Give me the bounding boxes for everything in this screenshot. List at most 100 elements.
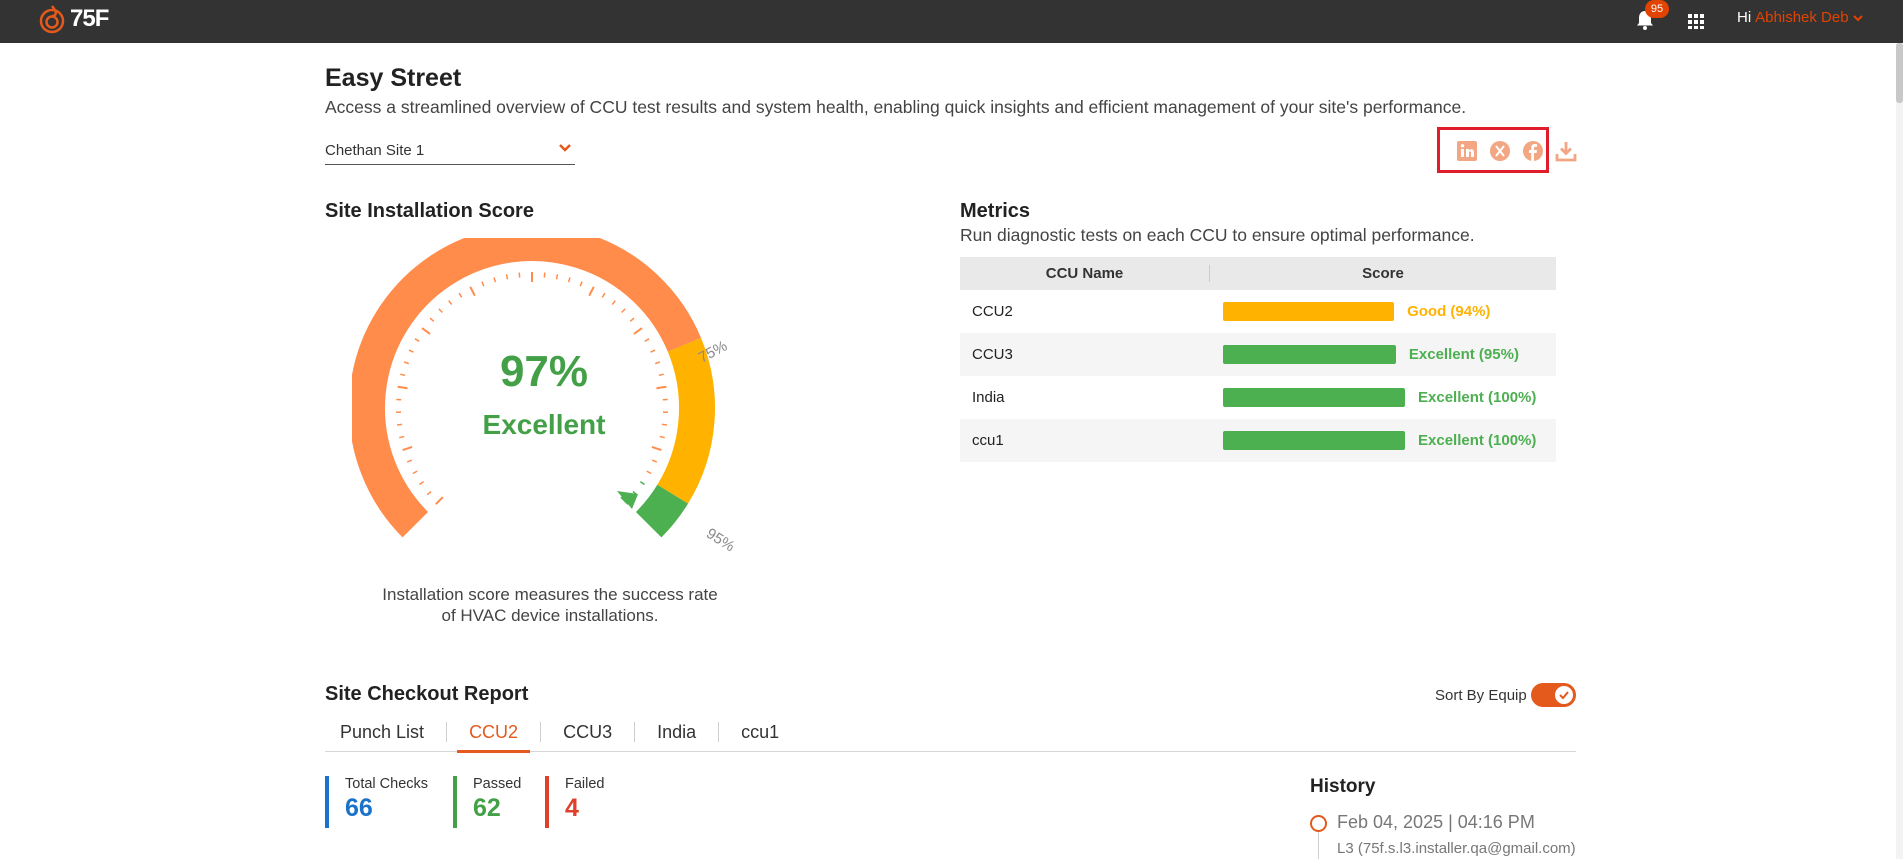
metrics-title: Metrics bbox=[960, 200, 1031, 222]
sort-by-equip-label: Sort By Equip bbox=[1435, 687, 1527, 704]
checkout-report-title: Site Checkout Report bbox=[325, 683, 529, 705]
chevron-down-icon bbox=[559, 144, 571, 152]
score-bar bbox=[1223, 302, 1395, 321]
top-navigation-bar: 75F 95 Hi Abhishek Deb bbox=[0, 0, 1903, 43]
stat-label: Total Checks bbox=[345, 776, 429, 792]
gauge-tick bbox=[399, 435, 405, 439]
toggle-knob bbox=[1555, 686, 1573, 704]
ccu-name: CCU3 bbox=[972, 346, 1013, 363]
timeline-dot-icon bbox=[1310, 815, 1327, 832]
gauge-tick bbox=[397, 385, 408, 390]
logo[interactable]: 75F bbox=[38, 2, 109, 36]
table-row: ccu1 Excellent (100%) bbox=[960, 419, 1556, 462]
gauge-tick bbox=[555, 274, 559, 280]
stat-value: 66 bbox=[345, 794, 373, 822]
logo-text: 75F bbox=[70, 5, 109, 32]
scrollbar-track[interactable] bbox=[1896, 43, 1903, 859]
linkedin-icon[interactable] bbox=[1455, 139, 1479, 163]
history-entry-user: L3 (75f.s.l3.installer.qa@gmail.com) bbox=[1337, 840, 1576, 857]
gauge-segment-good bbox=[657, 337, 715, 504]
tab-ccu1[interactable]: ccu1 bbox=[719, 713, 801, 752]
gauge-tick bbox=[400, 373, 406, 377]
gauge-tick bbox=[448, 300, 453, 305]
gauge-tick bbox=[406, 459, 413, 463]
metrics-table: CCU Name Score CCU2 Good (94%) CCU3 Exce… bbox=[960, 257, 1556, 462]
caption-line-2: of HVAC device installations. bbox=[441, 606, 659, 625]
gauge-tick bbox=[621, 308, 626, 314]
score-bar bbox=[1223, 388, 1405, 407]
gauge-tick bbox=[656, 385, 667, 390]
sort-by-equip-toggle[interactable] bbox=[1531, 683, 1576, 707]
apps-grid-icon[interactable] bbox=[1685, 10, 1707, 32]
score-label: Good (94%) bbox=[1407, 303, 1491, 320]
tab-ccu2[interactable]: CCU2 bbox=[447, 713, 540, 753]
tab-ccu3[interactable]: CCU3 bbox=[541, 713, 634, 752]
x-twitter-icon[interactable] bbox=[1488, 139, 1512, 163]
check-icon bbox=[1559, 691, 1569, 700]
gauge-tick bbox=[646, 470, 652, 475]
site-select-dropdown[interactable]: Chethan Site 1 bbox=[325, 138, 575, 165]
download-icon[interactable] bbox=[1554, 139, 1578, 163]
gauge-percent: 97% bbox=[500, 347, 588, 396]
gauge-tick bbox=[651, 459, 658, 463]
gauge-tick bbox=[659, 435, 665, 439]
gauge-tick bbox=[469, 286, 476, 297]
ccu-tabs: Punch List CCU2 CCU3 India ccu1 bbox=[325, 713, 1576, 753]
installation-score-gauge: 97% Excellent 75% 95% bbox=[352, 238, 737, 555]
stat-label: Passed bbox=[473, 776, 522, 792]
caption-line-1: Installation score measures the success … bbox=[382, 585, 718, 604]
gauge-tick bbox=[403, 361, 409, 365]
metrics-subtitle: Run diagnostic tests on each CCU to ensu… bbox=[960, 225, 1475, 245]
gauge-tick bbox=[402, 445, 413, 451]
timeline-line bbox=[1318, 832, 1319, 859]
tab-india[interactable]: India bbox=[635, 713, 718, 752]
score-label: Excellent (95%) bbox=[1408, 346, 1519, 363]
gauge-tick bbox=[661, 423, 668, 426]
gauge-tick bbox=[611, 300, 616, 305]
table-row: India Excellent (100%) bbox=[960, 376, 1556, 419]
gauge-tick bbox=[493, 277, 497, 283]
stat-label: Failed bbox=[565, 776, 605, 792]
gauge-tick bbox=[644, 338, 650, 342]
gauge-tick bbox=[408, 349, 414, 353]
user-menu[interactable]: Hi Abhishek Deb bbox=[1737, 9, 1863, 26]
gauge-tick bbox=[438, 308, 443, 314]
ccu-name: ccu1 bbox=[972, 432, 1004, 449]
threshold-label-95: 95% bbox=[703, 525, 737, 555]
tab-punch-list[interactable]: Punch List bbox=[325, 713, 446, 752]
gauge-tick bbox=[579, 281, 583, 287]
history-title: History bbox=[1310, 776, 1376, 797]
gauge-tick bbox=[414, 338, 420, 342]
greeting-text: Hi bbox=[1737, 9, 1752, 26]
flame-logo-icon bbox=[39, 5, 65, 34]
scrollbar-thumb[interactable] bbox=[1896, 43, 1903, 103]
gauge-tick bbox=[629, 317, 635, 322]
score-label: Excellent (100%) bbox=[1418, 432, 1537, 449]
page-subtitle: Access a streamlined overview of CCU tes… bbox=[325, 97, 1467, 117]
gauge-pointer-icon bbox=[617, 491, 638, 509]
gauge-tick bbox=[435, 496, 444, 505]
gauge-tick bbox=[601, 292, 606, 298]
failed-stat: Failed 4 bbox=[545, 776, 605, 828]
score-bar bbox=[1223, 345, 1396, 364]
installation-score-title: Site Installation Score bbox=[325, 200, 534, 222]
chevron-down-icon bbox=[1852, 14, 1863, 21]
site-select-value: Chethan Site 1 bbox=[325, 142, 425, 159]
history-entry-date[interactable]: Feb 04, 2025 | 04:16 PM bbox=[1337, 812, 1535, 833]
metrics-table-header: CCU Name Score bbox=[960, 257, 1556, 290]
gauge-tick bbox=[650, 349, 656, 353]
total-checks-stat: Total Checks 66 bbox=[325, 776, 428, 828]
gauge-tick bbox=[429, 317, 435, 322]
gauge-tick bbox=[412, 470, 418, 475]
column-header-ccu-name: CCU Name bbox=[960, 265, 1210, 282]
gauge-tick bbox=[658, 373, 664, 377]
gauge-tick bbox=[419, 481, 425, 486]
gauge-tick bbox=[458, 292, 463, 298]
stat-value: 4 bbox=[565, 794, 579, 822]
facebook-icon[interactable] bbox=[1521, 139, 1545, 163]
column-header-score: Score bbox=[1362, 265, 1404, 282]
gauge-rating: Excellent bbox=[483, 409, 606, 440]
passed-stat: Passed 62 bbox=[453, 776, 521, 828]
table-row: CCU3 Excellent (95%) bbox=[960, 333, 1556, 376]
ccu-name: CCU2 bbox=[972, 303, 1013, 320]
